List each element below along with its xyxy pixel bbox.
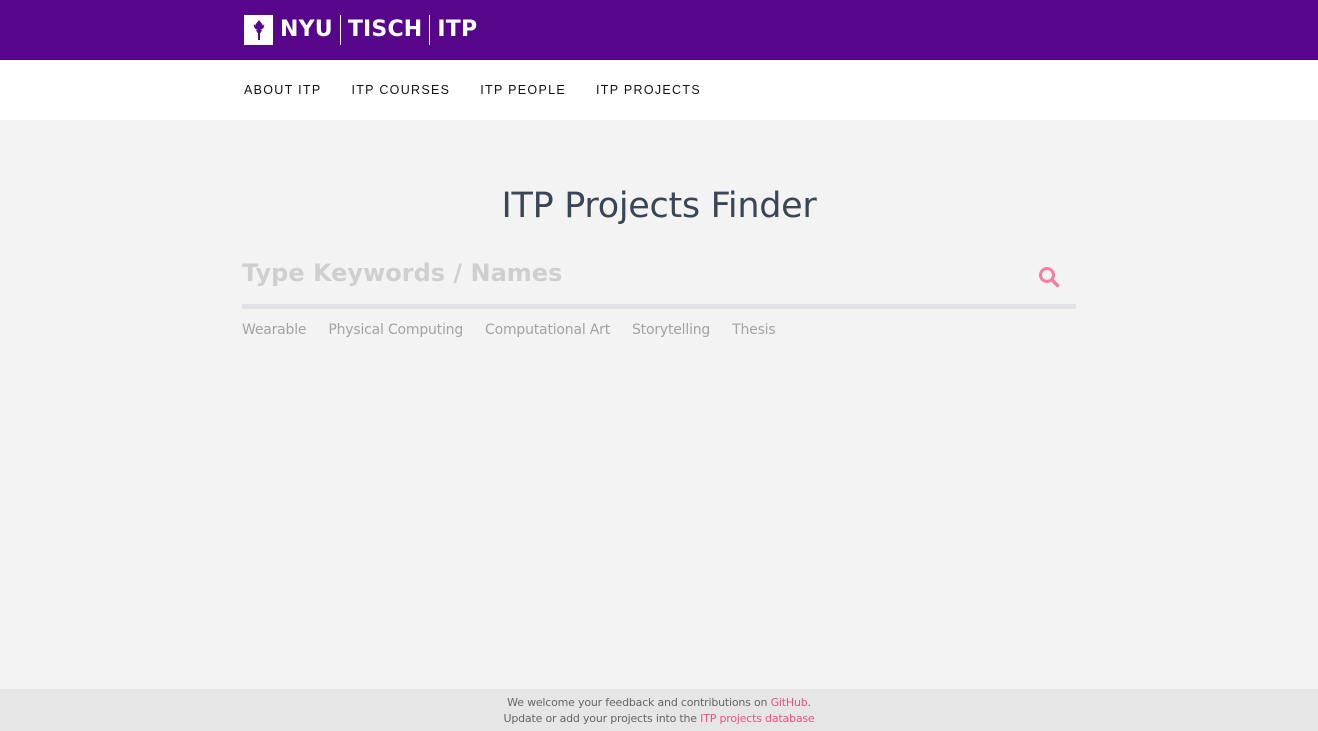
footer: We welcome your feedback and contributio…	[0, 689, 1318, 731]
logo-tisch-text: TISCH	[347, 17, 423, 42]
nyu-tisch-itp-logo[interactable]: NYU TISCH ITP	[244, 15, 477, 45]
footer-line-1: We welcome your feedback and contributio…	[0, 695, 1318, 711]
tag-computational-art[interactable]: Computational Art	[485, 322, 610, 338]
page-title: ITP Projects Finder	[501, 186, 817, 226]
tag-physical-computing[interactable]: Physical Computing	[328, 322, 463, 338]
tag-thesis[interactable]: Thesis	[732, 322, 776, 338]
search-bar	[242, 250, 1076, 310]
logo-nyu-text: NYU	[280, 17, 333, 42]
main-nav: ABOUT ITP ITP COURSES ITP PEOPLE ITP PRO…	[0, 60, 1318, 120]
nav-item-about-itp[interactable]: ABOUT ITP	[244, 83, 321, 97]
top-brand-bar: NYU TISCH ITP	[0, 0, 1318, 60]
footer-update-text: Update or add your projects into the	[503, 712, 701, 725]
logo-divider	[339, 15, 341, 45]
nav-item-itp-courses[interactable]: ITP COURSES	[351, 83, 450, 97]
tag-storytelling[interactable]: Storytelling	[632, 322, 710, 338]
tag-wearable[interactable]: Wearable	[242, 322, 307, 338]
footer-line-2: Update or add your projects into the ITP…	[0, 711, 1318, 727]
nav-items: ABOUT ITP ITP COURSES ITP PEOPLE ITP PRO…	[244, 60, 731, 120]
suggested-tags: Wearable Physical Computing Computationa…	[242, 320, 797, 340]
search-input[interactable]	[242, 250, 1022, 296]
nyu-torch-icon	[244, 15, 273, 45]
nav-item-itp-people[interactable]: ITP PEOPLE	[480, 83, 566, 97]
logo-itp-text: ITP	[437, 17, 478, 42]
github-link[interactable]: GitHub	[771, 696, 808, 709]
footer-period: .	[807, 696, 812, 709]
nav-item-itp-projects[interactable]: ITP PROJECTS	[596, 83, 701, 97]
logo-divider	[429, 15, 431, 45]
search-underline	[242, 304, 1076, 309]
projects-database-link[interactable]: ITP projects database	[700, 712, 815, 725]
footer-feedback-text: We welcome your feedback and contributio…	[507, 696, 771, 709]
search-icon[interactable]	[1037, 265, 1061, 289]
